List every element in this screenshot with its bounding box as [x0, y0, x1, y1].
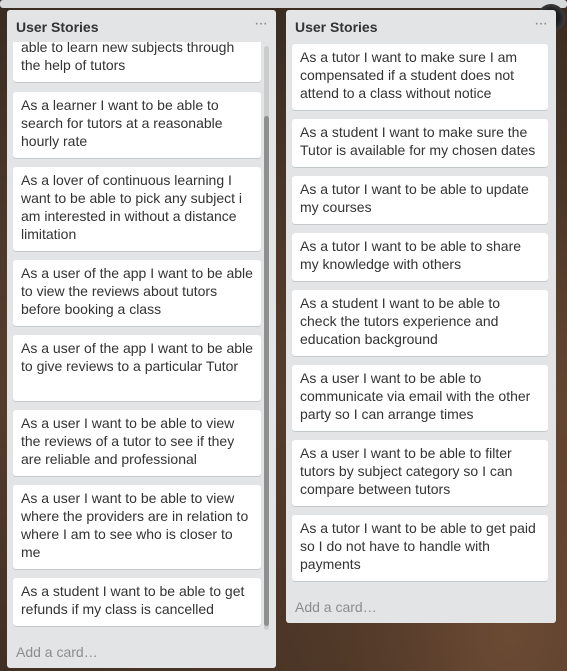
card[interactable]: As a student I want to be able to check … [292, 290, 548, 356]
card[interactable]: As a student I want to make sure the Tut… [292, 119, 548, 167]
add-card-button[interactable]: Add a card… [295, 599, 377, 615]
list-title[interactable]: User Stories [16, 19, 98, 35]
card[interactable]: As a user of the app I want to be able t… [13, 335, 261, 401]
card[interactable]: As a student I want to be able to get re… [13, 578, 261, 626]
card[interactable]: As a learner I want to be able to search… [13, 92, 261, 158]
list-user-stories-2: User Stories ··· As a tutor I want to ma… [286, 10, 556, 623]
card[interactable]: As a tutor I want to be able to get paid… [292, 515, 548, 581]
card[interactable]: As a tutor I want to be able to share my… [292, 233, 548, 281]
list-title[interactable]: User Stories [295, 19, 377, 35]
card[interactable]: As a tutor I want to be able to update m… [292, 176, 548, 224]
list-user-stories-1: User Stories ··· able to learn new subje… [7, 10, 276, 668]
card-list: As a tutor I want to make sure I am comp… [292, 44, 550, 592]
card[interactable]: As a lover of continuous learning I want… [13, 167, 261, 251]
card[interactable]: able to learn new subjects through the h… [13, 42, 261, 82]
background-paper [0, 0, 567, 8]
list-menu-icon[interactable]: ··· [254, 15, 268, 33]
list-header: User Stories ··· [7, 10, 276, 42]
add-card-button[interactable]: Add a card… [16, 644, 98, 660]
card[interactable]: As a user I want to be able to view wher… [13, 485, 261, 569]
scroll-thumb[interactable] [264, 116, 269, 626]
card[interactable]: As a user I want to be able to communica… [292, 365, 548, 431]
card[interactable]: As a user of the app I want to be able t… [13, 260, 261, 326]
card[interactable]: As a user I want to be able to filter tu… [292, 440, 548, 506]
list-menu-icon[interactable]: ··· [534, 15, 548, 33]
list-header: User Stories ··· [286, 10, 556, 42]
card[interactable]: As a tutor I want to make sure I am comp… [292, 44, 548, 110]
scrollbar[interactable] [264, 46, 269, 630]
card-list: able to learn new subjects through the h… [13, 42, 262, 638]
card[interactable]: As a user I want to be able to view the … [13, 410, 261, 476]
